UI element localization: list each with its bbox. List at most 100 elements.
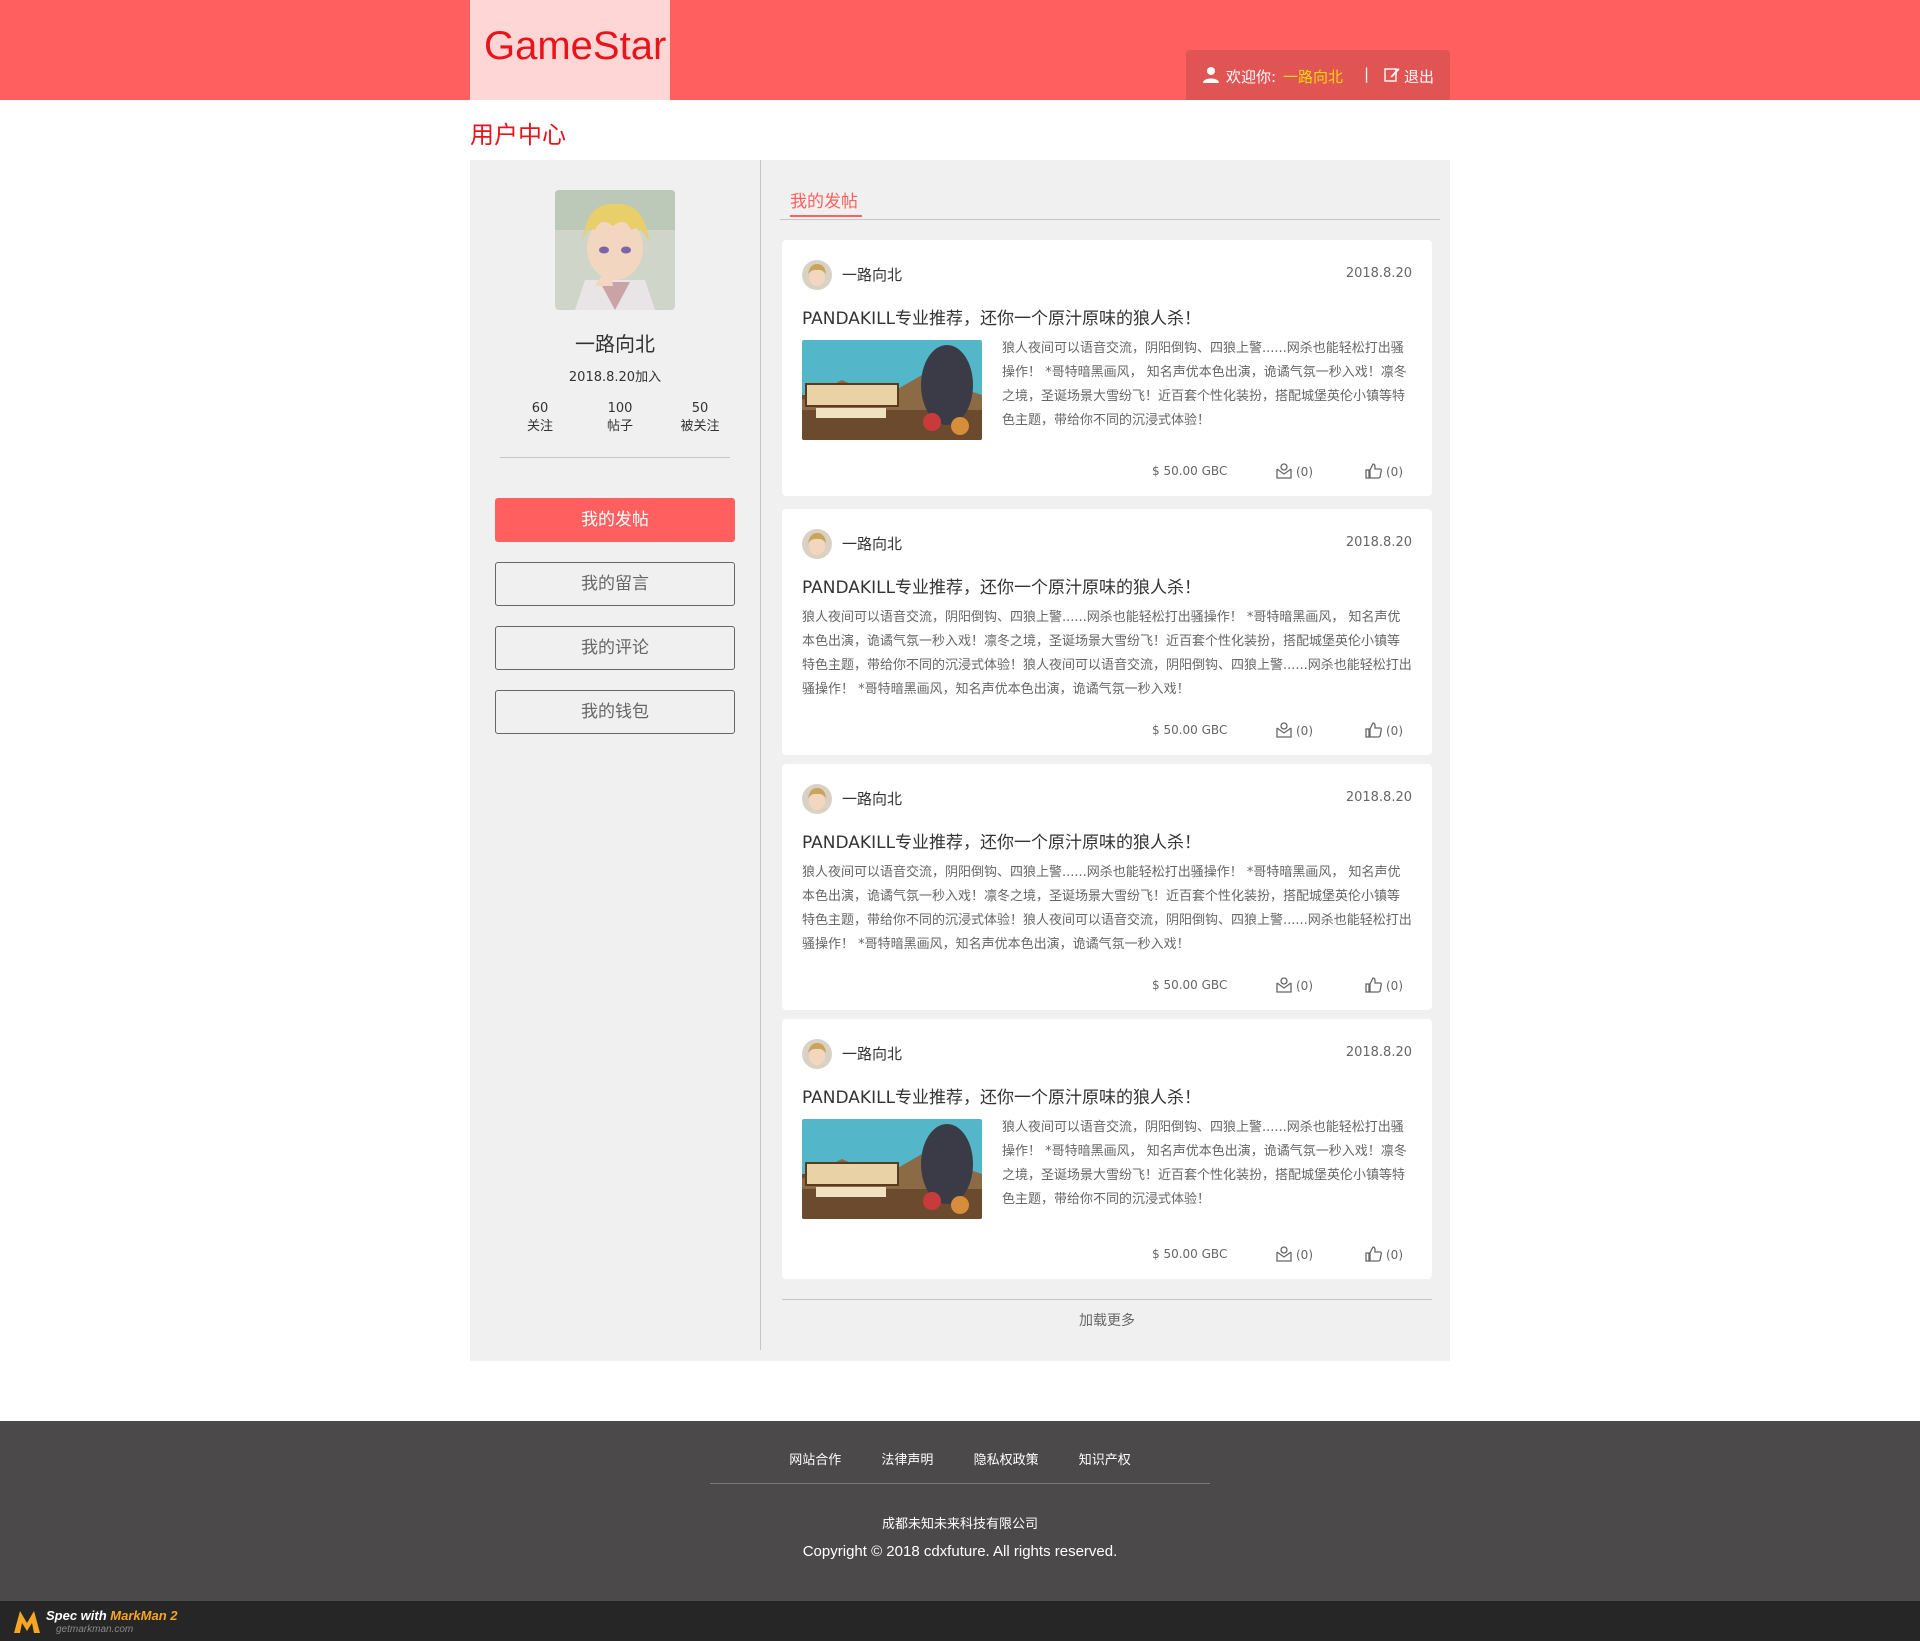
header-username[interactable]: 一路向北 <box>1283 66 1343 87</box>
stat-followers[interactable]: 50 被关注 <box>670 400 730 436</box>
message-count: (0) <box>1296 1248 1313 1262</box>
footer-link-privacy[interactable]: 隐私权政策 <box>974 1453 1039 1468</box>
post-card[interactable]: 一路向北 2018.8.20 PANDAKILL专业推荐，还你一个原汁原味的狼人… <box>782 1019 1432 1279</box>
avatar-image <box>555 190 675 310</box>
stat-posts[interactable]: 100 帖子 <box>590 400 650 436</box>
markman-url: getmarkman.com <box>56 1624 134 1635</box>
post-footer: $ 50.00 GBC (0) (0) <box>1152 462 1412 482</box>
stat-label: 被关注 <box>680 419 720 434</box>
markman-logo-icon <box>14 1611 40 1633</box>
post-body: 狼人夜间可以语音交流，阴阳倒钩、四狼上警......网杀也能轻松打出骚操作！ *… <box>802 610 1412 697</box>
like-icon[interactable] <box>1365 1245 1383 1263</box>
header-separator: | <box>1364 65 1370 83</box>
nav-my-comments-button[interactable]: 我的评论 <box>495 626 735 670</box>
post-date: 2018.8.20 <box>1345 1045 1412 1060</box>
column-divider <box>760 160 761 1350</box>
avatar-image <box>802 529 832 559</box>
avatar[interactable] <box>555 190 675 310</box>
message-count: (0) <box>1296 465 1313 479</box>
markman-bar: Spec with MarkMan 2 getmarkman.com <box>0 1601 1920 1641</box>
post-card[interactable]: 一路向北 2018.8.20 PANDAKILL专业推荐，还你一个原汁原味的狼人… <box>782 240 1432 496</box>
post-image[interactable] <box>802 340 982 440</box>
post-body: 狼人夜间可以语音交流，阴阳倒钩、四狼上警......网杀也能轻松打出骚操作！ *… <box>802 865 1412 952</box>
post-card[interactable]: 一路向北 2018.8.20 PANDAKILL专业推荐，还你一个原汁原味的狼人… <box>782 764 1432 1010</box>
post-author[interactable]: 一路向北 <box>842 788 902 809</box>
avatar-image <box>802 1039 832 1069</box>
post-card[interactable]: 一路向北 2018.8.20 PANDAKILL专业推荐，还你一个原汁原味的狼人… <box>782 509 1432 755</box>
footer-link-ip[interactable]: 知识产权 <box>1079 1453 1131 1468</box>
footer-link-cooperation[interactable]: 网站合作 <box>789 1453 841 1468</box>
page-title: 用户中心 <box>470 121 566 149</box>
post-body: 狼人夜间可以语音交流，阴阳倒钩、四狼上警......网杀也能轻松打出骚操作！ *… <box>1002 1120 1407 1207</box>
sidebar-divider <box>500 457 730 458</box>
like-count: (0) <box>1386 724 1403 738</box>
post-title[interactable]: PANDAKILL专业推荐，还你一个原汁原味的狼人杀！ <box>802 828 1201 853</box>
avatar-image <box>802 784 832 814</box>
footer-copyright: Copyright © 2018 cdxfuture. All rights r… <box>802 1543 1118 1560</box>
post-footer: $ 50.00 GBC (0) (0) <box>1152 1245 1412 1265</box>
message-icon[interactable] <box>1275 1245 1293 1263</box>
like-icon[interactable] <box>1365 976 1383 994</box>
message-icon[interactable] <box>1275 721 1293 739</box>
user-icon <box>1203 67 1219 83</box>
like-icon[interactable] <box>1365 721 1383 739</box>
content-divider <box>780 219 1440 220</box>
site-footer: 网站合作 法律声明 隐私权政策 知识产权 成都未知未来科技有限公司 Copyri… <box>0 1421 1920 1601</box>
avatar-image <box>802 260 832 290</box>
post-title[interactable]: PANDAKILL专业推荐，还你一个原汁原味的狼人杀！ <box>802 573 1201 598</box>
user-bar: 欢迎你: 一路向北 | 退出 <box>1186 50 1450 100</box>
post-thumbnail <box>802 340 982 440</box>
nav-my-posts-button[interactable]: 我的发帖 <box>495 498 735 542</box>
post-author[interactable]: 一路向北 <box>842 1043 902 1064</box>
post-date: 2018.8.20 <box>1345 535 1412 550</box>
footer-company: 成都未知未来科技有限公司 <box>881 1517 1038 1532</box>
like-icon[interactable] <box>1365 462 1383 480</box>
nav-my-messages-button[interactable]: 我的留言 <box>495 562 735 606</box>
post-body: 狼人夜间可以语音交流，阴阳倒钩、四狼上警......网杀也能轻松打出骚操作！ *… <box>1002 341 1407 428</box>
logo-text: GameStar <box>484 24 667 68</box>
post-date: 2018.8.20 <box>1345 266 1412 281</box>
post-author[interactable]: 一路向北 <box>842 264 902 285</box>
logo[interactable]: GameStar <box>470 0 670 100</box>
nav-my-wallet-button[interactable]: 我的钱包 <box>495 690 735 734</box>
post-thumbnail <box>802 1119 982 1219</box>
welcome-label: 欢迎你: <box>1226 68 1277 86</box>
message-count: (0) <box>1296 724 1313 738</box>
post-price: $ 50.00 GBC <box>1152 978 1228 992</box>
edit-icon <box>1384 68 1400 82</box>
post-avatar[interactable] <box>802 784 832 814</box>
footer-link-legal[interactable]: 法律声明 <box>881 1453 933 1468</box>
post-price: $ 50.00 GBC <box>1152 723 1228 737</box>
logout-link[interactable]: 退出 <box>1404 66 1434 87</box>
stat-value: 100 <box>607 401 633 416</box>
post-avatar[interactable] <box>802 1039 832 1069</box>
stat-value: 60 <box>531 401 549 416</box>
markman-prefix: Spec with <box>46 1608 111 1623</box>
join-date: 2018.8.20加入 <box>568 370 662 385</box>
post-title[interactable]: PANDAKILL专业推荐，还你一个原汁原味的狼人杀！ <box>802 304 1201 329</box>
message-icon[interactable] <box>1275 462 1293 480</box>
message-icon[interactable] <box>1275 976 1293 994</box>
like-count: (0) <box>1386 979 1403 993</box>
post-avatar[interactable] <box>802 529 832 559</box>
post-title[interactable]: PANDAKILL专业推荐，还你一个原汁原味的狼人杀！ <box>802 1083 1201 1108</box>
tab-my-posts[interactable]: 我的发帖 <box>790 187 858 212</box>
load-more-button[interactable]: 加载更多 <box>782 1310 1432 1330</box>
post-avatar[interactable] <box>802 260 832 290</box>
footer-divider <box>710 1483 1210 1484</box>
footer-links: 网站合作 法律声明 隐私权政策 知识产权 <box>0 1449 1920 1468</box>
post-price: $ 50.00 GBC <box>1152 464 1228 478</box>
markman-label: Spec with MarkMan 2 <box>46 1608 178 1623</box>
post-footer: $ 50.00 GBC (0) (0) <box>1152 976 1412 996</box>
post-author[interactable]: 一路向北 <box>842 533 902 554</box>
post-date: 2018.8.20 <box>1345 790 1412 805</box>
stat-value: 50 <box>691 401 709 416</box>
profile-name: 一路向北 <box>575 332 655 356</box>
load-more-divider <box>782 1299 1432 1300</box>
post-image[interactable] <box>802 1119 982 1219</box>
like-count: (0) <box>1386 1248 1403 1262</box>
stat-label: 帖子 <box>606 419 633 434</box>
stat-following[interactable]: 60 关注 <box>510 400 570 436</box>
post-price: $ 50.00 GBC <box>1152 1247 1228 1261</box>
stat-label: 关注 <box>526 419 553 434</box>
